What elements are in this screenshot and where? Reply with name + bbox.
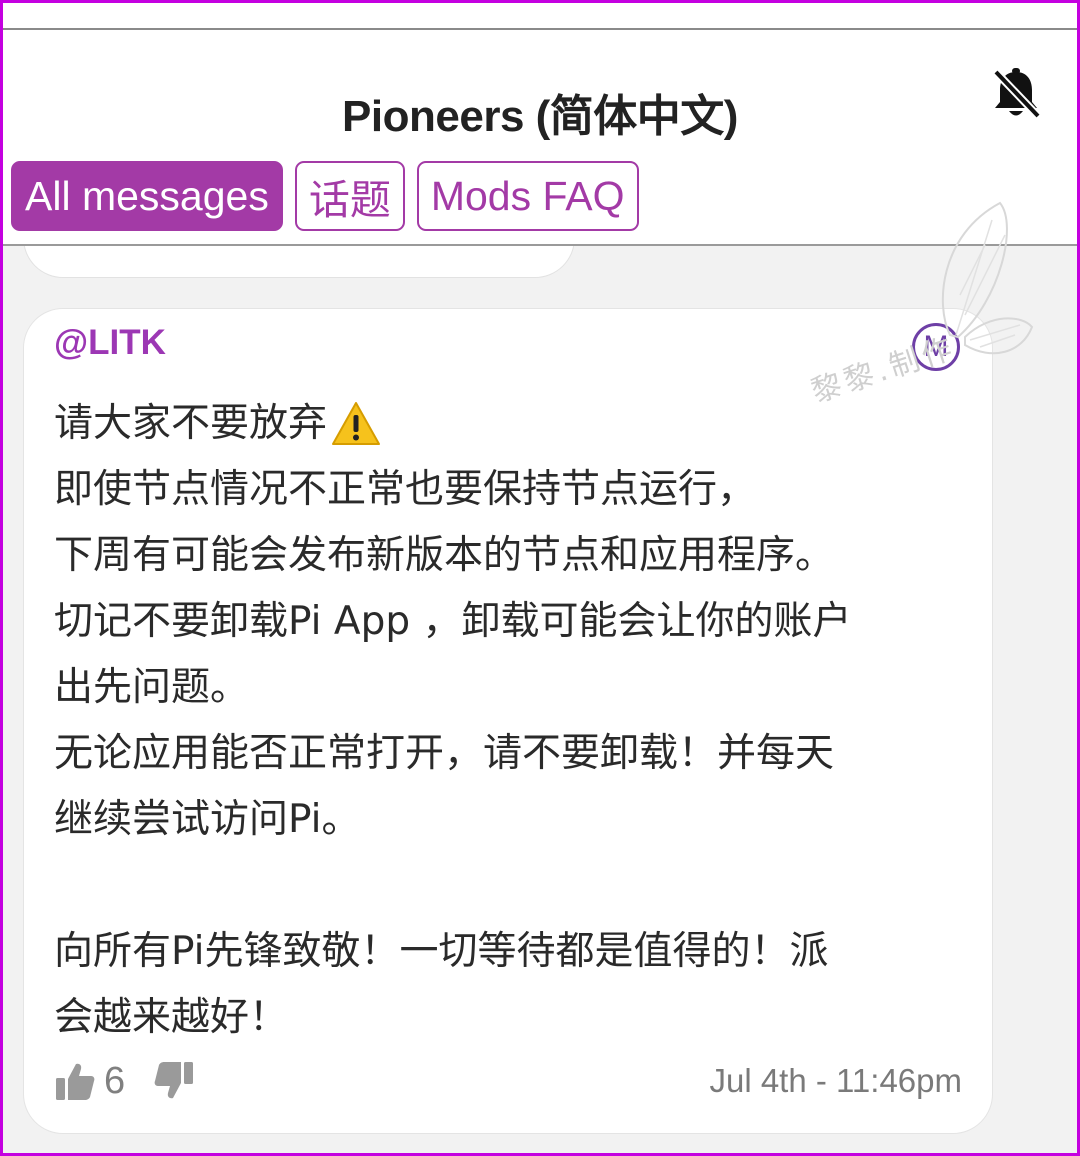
message-line: 继续尝试访问Pi。 [54, 797, 361, 842]
message-card: @LITK M 请大家不要放弃 即使节点情况不正常也要保持节点运行， 下周有可能… [23, 308, 993, 1134]
message-line: 无论应用能否正常打开，请不要卸载！并每天 [54, 731, 835, 776]
message-timestamp: Jul 4th - 11:46pm [709, 1062, 962, 1099]
watermark: 黎黎.制作 [760, 195, 1050, 415]
message-line: 下周有可能会发布新版本的节点和应用程序。 [54, 533, 835, 578]
message-line: 向所有Pi先锋致敬！一切等待都是值得的！派 [54, 929, 829, 974]
message-body: 请大家不要放弃 即使节点情况不正常也要保持节点运行， 下周有可能会发布新版本的节… [54, 391, 974, 1051]
thumbs-down-icon[interactable] [153, 1060, 195, 1102]
thumbs-up-icon[interactable] [54, 1060, 96, 1102]
message-line: 出先问题。 [54, 665, 250, 710]
message-footer: 6 Jul 4th - 11:46pm [54, 1051, 962, 1111]
tab-topics[interactable]: 话题 [294, 161, 405, 231]
channel-title: Pioneers (简体中文) [342, 92, 738, 141]
warning-icon [331, 401, 381, 447]
message-line: 会越来越好！ [54, 995, 289, 1040]
tab-all-messages[interactable]: All messages [11, 161, 283, 231]
like-count: 6 [104, 1059, 126, 1102]
message-line: 切记不要卸载Pi App ，卸载可能会让你的账户 [54, 599, 852, 644]
previous-message-card [23, 244, 575, 278]
message-line: 即使节点情况不正常也要保持节点运行， [54, 467, 757, 512]
bell-off-icon[interactable] [990, 66, 1042, 122]
tab-mods-faq[interactable]: Mods FAQ [416, 161, 639, 231]
message-author[interactable]: @LITK [54, 323, 166, 363]
channel-tabs: All messages 话题 Mods FAQ [11, 161, 639, 231]
